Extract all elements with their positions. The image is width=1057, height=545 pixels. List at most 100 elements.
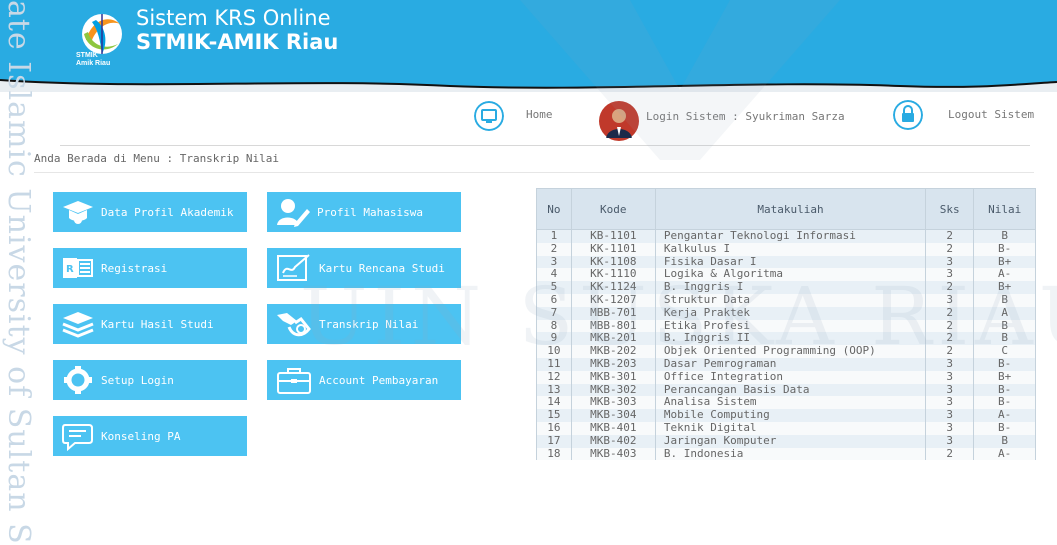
cell-kode: MBB-701 <box>570 306 656 320</box>
logout-link[interactable]: Logout Sistem <box>948 108 1034 121</box>
avatar <box>599 101 639 141</box>
home-link[interactable]: Home <box>526 108 553 121</box>
cell-kode: MKB-401 <box>570 421 656 435</box>
transcript-table: No Kode Matakuliah Sks Nilai 1 KB-1101 Pen… <box>536 188 1036 461</box>
cell-sks: 3 <box>925 357 975 371</box>
table-body: 1 KB-1101 Pengantar Teknologi Informasi 2 B 2… <box>536 229 1036 461</box>
cell-no: 18 <box>536 447 572 461</box>
lock-icon[interactable] <box>893 100 923 130</box>
menu-registrasi[interactable]: R Registrasi <box>53 248 247 288</box>
cell-nilai: B <box>973 293 1036 307</box>
cell-nilai: A- <box>973 447 1036 461</box>
cell-no: 17 <box>536 434 572 448</box>
cell-no: 2 <box>536 242 572 256</box>
system-title: Sistem KRS Online <box>136 6 331 30</box>
table-header-row: No Kode Matakuliah Sks Nilai <box>536 188 1036 230</box>
menu-label: Transkrip Nilai <box>319 317 419 331</box>
cell-nilai: B- <box>973 242 1036 256</box>
cell-kode: MKB-301 <box>570 370 656 384</box>
cell-no: 7 <box>536 306 572 320</box>
cell-kode: MKB-403 <box>570 447 656 461</box>
col-header-matakuliah: Matakuliah <box>654 188 927 230</box>
cell-nilai: B <box>973 434 1036 448</box>
menu-data-profil-akademik[interactable]: Data Profil Akademik <box>53 192 247 232</box>
breadcrumb: Anda Berada di Menu : Transkrip Nilai <box>34 152 280 165</box>
cell-kode: KK-1207 <box>570 293 656 307</box>
menu-transkrip-nilai[interactable]: Transkrip Nilai <box>267 304 461 344</box>
cell-matakuliah: Struktur Data <box>654 293 927 307</box>
logo-caption-line1: STMIK <box>76 52 98 59</box>
breadcrumb-divider <box>34 172 1034 173</box>
header-wave-divider <box>0 79 1057 92</box>
cell-sks: 2 <box>925 447 975 461</box>
cell-matakuliah: Jaringan Komputer <box>654 434 927 448</box>
cell-no: 16 <box>536 421 572 435</box>
table-row: 17 MKB-402 Jaringan Komputer 3 B <box>536 434 1036 448</box>
menu-setup-login[interactable]: Setup Login <box>53 360 247 400</box>
table-row: 6 KK-1207 Struktur Data 3 B <box>536 293 1036 307</box>
header-banner: STMIK Amik Riau Sistem KRS Online STMIK-… <box>0 0 1057 88</box>
institution-title: STMIK-AMIK Riau <box>136 30 339 54</box>
cell-sks: 3 <box>925 421 975 435</box>
cell-kode: KB-1101 <box>570 229 656 243</box>
menu-profil-mahasiswa[interactable]: Profil Mahasiswa <box>267 192 461 232</box>
menu-kartu-rencana-studi[interactable]: Kartu Rencana Studi <box>267 248 461 288</box>
cell-matakuliah: Kerja Praktek <box>654 306 927 320</box>
chat-bubble-icon <box>62 424 93 451</box>
cell-no: 11 <box>536 357 572 371</box>
menu-label: Kartu Hasil Studi <box>101 317 214 331</box>
graduation-cap-icon <box>63 201 93 224</box>
col-header-kode: Kode <box>570 188 656 230</box>
menu-label: Kartu Rencana Studi <box>319 261 445 275</box>
cell-sks: 2 <box>925 242 975 256</box>
col-header-no: No <box>536 188 572 230</box>
cell-matakuliah: Office Integration <box>654 370 927 384</box>
word-doc-icon: R <box>63 258 93 278</box>
cell-nilai: B+ <box>973 370 1036 384</box>
logo-caption: STMIK Amik Riau <box>76 52 136 68</box>
cell-matakuliah: Pengantar Teknologi Informasi <box>654 229 927 243</box>
menu-label: Konseling PA <box>101 429 181 443</box>
table-row: 12 MKB-301 Office Integration 3 B+ <box>536 370 1036 384</box>
cell-kode: MKB-402 <box>570 434 656 448</box>
menu-label: Account Pembayaran <box>319 373 439 387</box>
menu-label: Profil Mahasiswa <box>317 205 423 219</box>
cell-nilai: B- <box>973 421 1036 435</box>
cell-matakuliah: Teknik Digital <box>654 421 927 435</box>
menu-kartu-hasil-studi[interactable]: Kartu Hasil Studi <box>53 304 247 344</box>
col-header-nilai: Nilai <box>973 188 1036 230</box>
table-row: 16 MKB-401 Teknik Digital 3 B- <box>536 421 1036 435</box>
logo-caption-line2: Amik Riau <box>76 60 111 67</box>
login-info: Login Sistem : Syukriman Sarza <box>646 110 845 123</box>
cell-nilai: B- <box>973 357 1036 371</box>
signature-icon <box>277 254 310 281</box>
cell-sks: 2 <box>925 229 975 243</box>
menu-label: Setup Login <box>101 373 174 387</box>
menu-label: Data Profil Akademik <box>101 205 234 219</box>
table-row: 11 MKB-203 Dasar Pemrograman 3 B- <box>536 357 1036 371</box>
cell-no: 1 <box>536 229 572 243</box>
cell-kode: MKB-203 <box>570 357 656 371</box>
handshake-icon <box>277 313 311 337</box>
cell-kode: KK-1101 <box>570 242 656 256</box>
svg-text:R: R <box>66 264 74 275</box>
cell-sks: 2 <box>925 306 975 320</box>
cell-nilai: A <box>973 306 1036 320</box>
menu-label: Registrasi <box>101 261 168 275</box>
menu-account-pembayaran[interactable]: Account Pembayaran <box>267 360 461 400</box>
cell-matakuliah: Kalkulus I <box>654 242 927 256</box>
table-row: 2 KK-1101 Kalkulus I 2 B- <box>536 242 1036 256</box>
menu-konseling-pa[interactable]: Konseling PA <box>53 416 247 456</box>
gear-icon <box>64 366 92 394</box>
table-row: 1 KB-1101 Pengantar Teknologi Informasi 2 B <box>536 229 1036 243</box>
table-row: 18 MKB-403 B. Indonesia 2 A- <box>536 447 1036 461</box>
table-row: 7 MBB-701 Kerja Praktek 2 A <box>536 306 1036 320</box>
cell-sks: 3 <box>925 434 975 448</box>
cell-no: 12 <box>536 370 572 384</box>
cell-no: 6 <box>536 293 572 307</box>
cell-matakuliah: Dasar Pemrograman <box>654 357 927 371</box>
monitor-icon[interactable] <box>474 101 504 131</box>
nav-separator <box>60 145 1030 146</box>
user-edit-icon <box>277 199 310 227</box>
cell-matakuliah: B. Indonesia <box>654 447 927 461</box>
